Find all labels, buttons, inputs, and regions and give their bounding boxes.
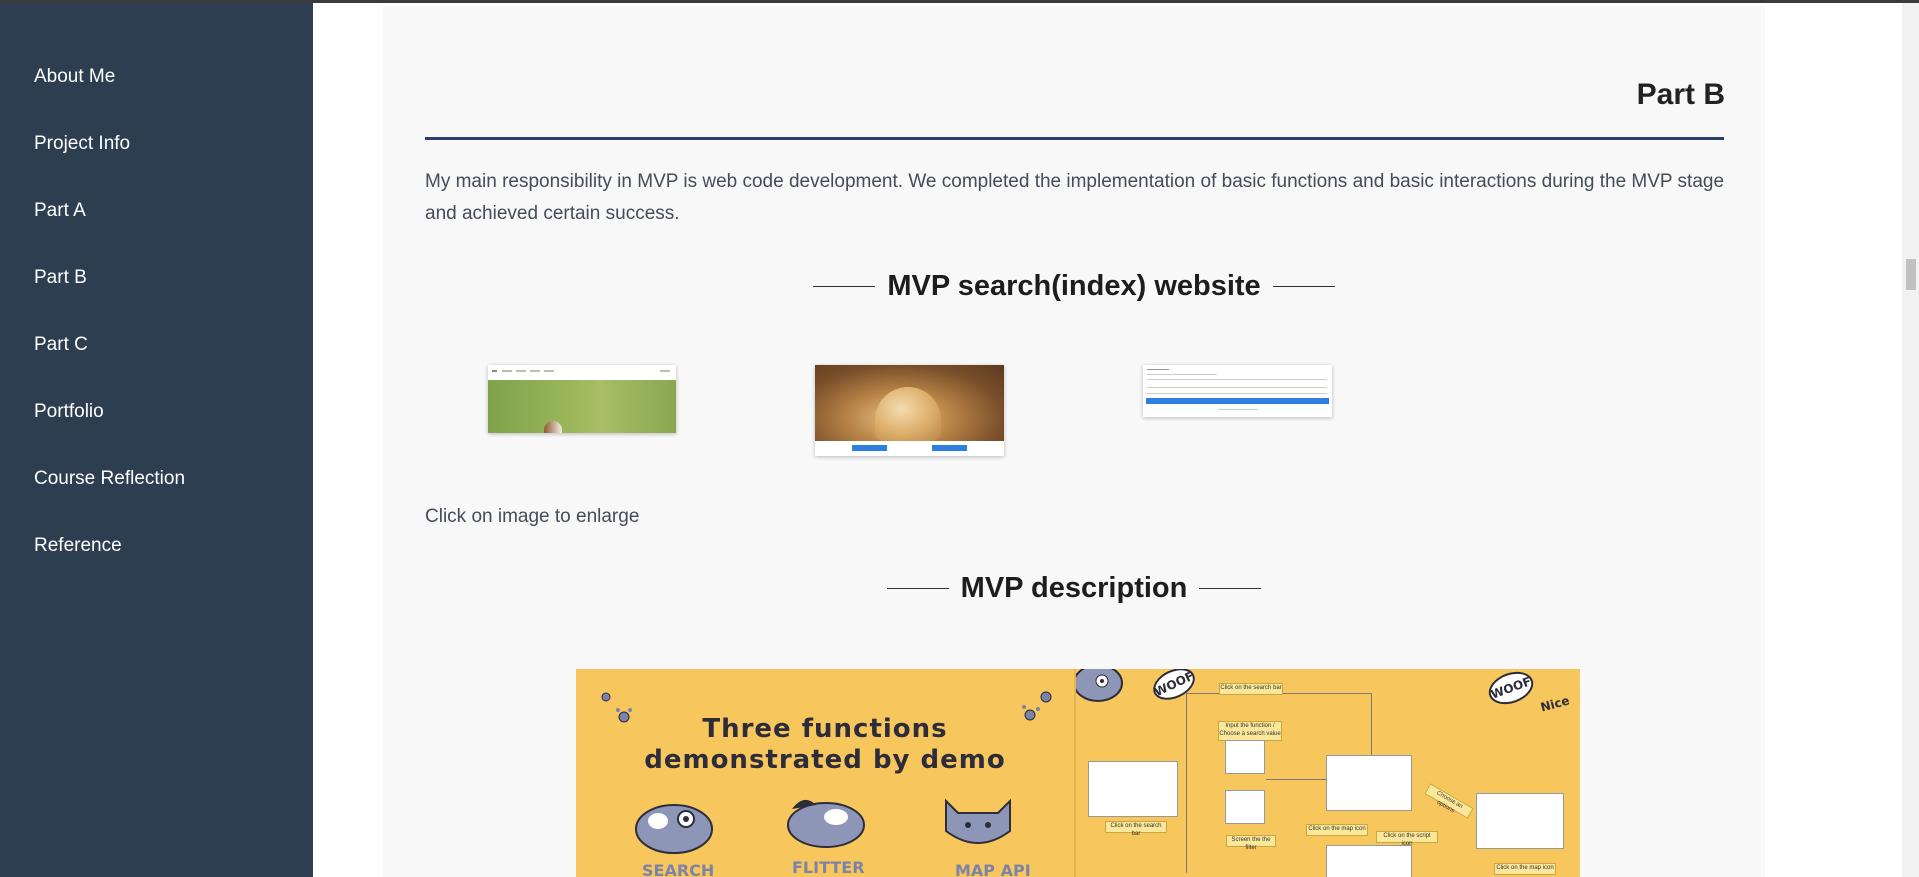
form-field-line xyxy=(1147,393,1327,394)
flow-step-box: Click on the map icon xyxy=(1494,863,1556,875)
sidebar-item-course-reflection[interactable]: Course Reflection xyxy=(34,468,185,490)
intro-paragraph: My main responsibility in MVP is web cod… xyxy=(425,171,1725,224)
sidebar-item-reference[interactable]: Reference xyxy=(34,535,122,557)
sidebar-item-part-c[interactable]: Part C xyxy=(34,334,88,356)
label-search: SEARCH xyxy=(642,861,715,877)
flow-screen-thumbnail xyxy=(1225,790,1265,824)
flow-connector xyxy=(1186,693,1187,873)
heading-line-left xyxy=(813,285,876,288)
flow-step-box: Click on the search bar xyxy=(1105,821,1167,837)
flow-step-box: Click on the search bar xyxy=(1219,683,1283,695)
cat-peek-icon xyxy=(1076,669,1123,702)
section-heading-search-website: MVP search(index) website xyxy=(383,270,1765,303)
page-title: Part B xyxy=(1636,78,1725,111)
label-map-api: MAP API xyxy=(955,861,1031,877)
thumbnail-button-left xyxy=(852,445,887,451)
section-title-mvp-description: MVP description xyxy=(960,572,1188,604)
sidebar-item-portfolio[interactable]: Portfolio xyxy=(34,401,104,423)
flow-screen-thumbnail xyxy=(1326,755,1412,811)
cat-face-mascot-icon xyxy=(945,798,1011,844)
flow-step-box: Click on the script icon xyxy=(1376,831,1438,847)
sidebar-item-part-a[interactable]: Part A xyxy=(34,200,86,222)
banner-headline-line1: Three functions xyxy=(702,714,948,744)
heading-line-right xyxy=(1272,285,1335,288)
mvp-description-image[interactable]: Three functions demonstrated by demo SEA… xyxy=(576,669,1580,877)
flow-screen-thumbnail xyxy=(1476,793,1564,849)
banner-functions-panel: Three functions demonstrated by demo SEA… xyxy=(576,669,1074,877)
woof-bubble: WOOF xyxy=(1148,669,1200,706)
flow-screen-thumbnail xyxy=(1088,761,1178,817)
label-flitter: FLITTER xyxy=(792,858,865,877)
form-subtitle-line xyxy=(1147,374,1217,375)
thumbnail-navbar xyxy=(488,365,676,380)
sidebar-nav: About Me Project Info Part A Part B Part… xyxy=(0,3,313,877)
section-title-search-website: MVP search(index) website xyxy=(887,270,1261,302)
flow-screen-thumbnail xyxy=(1326,845,1412,877)
screenshot-thumbnail-dog[interactable] xyxy=(815,365,1004,456)
form-submit-bar xyxy=(1146,398,1329,404)
flow-step-box: Screen the the filter xyxy=(1226,835,1276,851)
scrollbar-thumb[interactable] xyxy=(1906,259,1916,290)
banner-headline-line2: demonstrated by demo xyxy=(644,745,1006,775)
flow-step-box: Input the function / Choose a search val… xyxy=(1218,721,1282,741)
screenshot-thumbnail-index[interactable] xyxy=(488,365,676,433)
cat-mascot-icon xyxy=(635,804,713,854)
flow-screen-thumbnail xyxy=(1225,740,1265,774)
screenshot-thumbnail-form[interactable] xyxy=(1143,365,1332,417)
flow-step-box: Choose an options xyxy=(1424,783,1474,819)
form-field-line xyxy=(1147,379,1327,380)
section-heading-mvp-description: MVP description xyxy=(383,572,1765,605)
banner-flowchart-panel: WOOF WOOF Nice Click on the search bar I… xyxy=(1076,669,1580,877)
nice-text: Nice xyxy=(1538,693,1572,715)
sidebar-item-about-me[interactable]: About Me xyxy=(34,66,115,88)
form-field-line xyxy=(1147,387,1327,388)
thumbnail-photo-field xyxy=(488,380,676,433)
sidebar-item-part-b[interactable]: Part B xyxy=(34,267,87,289)
form-title-line xyxy=(1147,369,1169,370)
flow-step-box: Click on the map icon xyxy=(1306,824,1368,836)
woof-bubble: WOOF xyxy=(1484,669,1538,710)
dog-mascot-icon xyxy=(787,799,865,848)
heading-line-left xyxy=(886,587,949,590)
content-card: Part B My main responsibility in MVP is … xyxy=(383,6,1765,877)
title-divider xyxy=(425,137,1724,140)
form-footer-line xyxy=(1218,409,1258,410)
banner-headline: Three functions demonstrated by demo xyxy=(576,714,1074,776)
heading-line-right xyxy=(1199,587,1262,590)
enlarge-hint: Click on image to enlarge xyxy=(425,506,640,527)
thumbnail-button-right xyxy=(932,445,967,451)
thumbnail-dog-image xyxy=(544,421,562,433)
sidebar-item-project-info[interactable]: Project Info xyxy=(34,133,130,155)
page-scrollbar[interactable] xyxy=(1902,3,1919,877)
